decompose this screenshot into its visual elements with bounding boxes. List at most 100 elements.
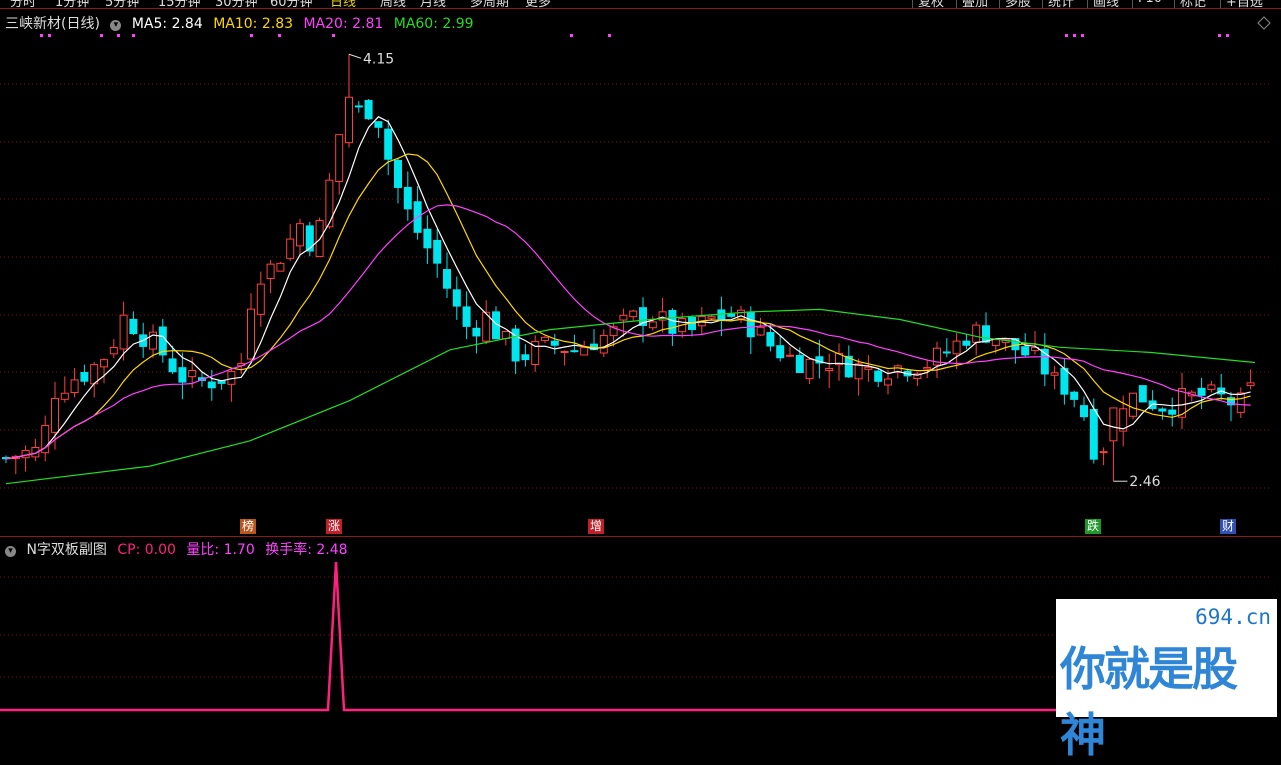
- period-tab[interactable]: 15分钟: [158, 0, 201, 8]
- candle-body: [884, 378, 892, 386]
- candle-body: [766, 332, 775, 347]
- toolbar-button[interactable]: F10: [1138, 0, 1162, 6]
- candle-body: [305, 225, 314, 252]
- period-tab[interactable]: 更多: [525, 0, 551, 8]
- candle-body: [864, 366, 873, 370]
- candle-body: [188, 369, 197, 378]
- candle-body: [178, 367, 187, 383]
- candle-body: [570, 350, 579, 353]
- period-tab[interactable]: 1分钟: [55, 0, 89, 8]
- candle-body: [443, 269, 451, 289]
- signal-dot: [1081, 34, 1084, 37]
- toolbar-button[interactable]: 叠加: [962, 0, 988, 8]
- period-tab[interactable]: 多周期: [470, 0, 509, 8]
- candle-body: [541, 336, 549, 341]
- period-tab[interactable]: 30分钟: [215, 0, 258, 8]
- candle-body: [668, 310, 677, 334]
- ma10-line: [5, 153, 1251, 460]
- candle-body: [276, 262, 285, 272]
- candle-body: [1021, 346, 1030, 356]
- period-tab[interactable]: 60分钟: [270, 0, 313, 8]
- period-tab[interactable]: 周线: [380, 0, 406, 8]
- candle-body: [707, 315, 716, 319]
- candle-body: [394, 159, 402, 188]
- candle-body: [629, 310, 638, 318]
- candle-body: [805, 358, 814, 380]
- candle-body: [1207, 384, 1216, 390]
- candle-body: [952, 340, 961, 355]
- toolbar-button[interactable]: 复权: [918, 0, 944, 8]
- candle-body: [972, 324, 981, 343]
- n-signal-line: [0, 561, 1060, 712]
- candle-body: [923, 367, 932, 370]
- candlestick-chart[interactable]: 4.15 2.46: [0, 9, 1281, 538]
- candle-body: [296, 223, 304, 247]
- ma5-line: [5, 116, 1251, 460]
- candle-body: [648, 321, 657, 329]
- badge-cai[interactable]: 财: [1220, 519, 1236, 534]
- high-price-label: 4.15: [363, 51, 394, 67]
- candle-body: [403, 186, 412, 210]
- period-tab[interactable]: 5分钟: [105, 0, 139, 8]
- candle-body: [364, 100, 373, 120]
- candle-body: [580, 347, 589, 356]
- candle-body: [374, 121, 383, 128]
- main-chart-panel[interactable]: 三峡新材(日线) ▾ MA5: 2.84 MA10: 2.83 MA20: 2.…: [0, 8, 1281, 537]
- candle-body: [1080, 405, 1088, 418]
- candle-body: [991, 339, 1000, 346]
- candle-body: [874, 370, 883, 382]
- candle-body: [335, 134, 344, 182]
- badge-bang[interactable]: 榜: [240, 519, 256, 534]
- period-tab[interactable]: 月线: [420, 0, 446, 8]
- period-tab[interactable]: 日线: [330, 0, 356, 8]
- toolbar-button[interactable]: 统计: [1048, 0, 1074, 8]
- candle-body: [354, 105, 363, 108]
- watermark-site: 694.cn: [1195, 605, 1271, 629]
- candle-body: [825, 367, 834, 372]
- candle-body: [1138, 385, 1147, 403]
- candle-body: [550, 340, 559, 346]
- signal-dot: [48, 34, 51, 37]
- watermark-logo: 694.cn 你就是股神: [1056, 599, 1277, 762]
- signal-dot: [332, 34, 335, 37]
- signal-dot: [100, 34, 103, 37]
- toolbar-button[interactable]: +自选: [1226, 0, 1263, 8]
- candle-body: [1089, 408, 1098, 460]
- candle-body: [1197, 387, 1206, 396]
- candle-body: [207, 381, 216, 389]
- toolbar-button[interactable]: 画线: [1093, 0, 1119, 8]
- signal-dot: [608, 34, 611, 37]
- toolbar-button[interactable]: 多股: [1005, 0, 1031, 8]
- candle-body: [1236, 392, 1245, 413]
- candle-body: [746, 311, 755, 338]
- signal-dot: [117, 34, 120, 37]
- ma20-line: [5, 204, 1251, 460]
- period-toolbar: 分时 1分钟 5分钟 15分钟 30分钟 60分钟 日线 周线 月线 多周期 更多 复权 叠加 多股 统计 画…: [0, 0, 1281, 8]
- candle-body: [423, 228, 432, 249]
- candle-body: [1246, 382, 1255, 387]
- signal-dot: [132, 34, 135, 37]
- signal-dot: [40, 34, 43, 37]
- candle-body: [452, 289, 461, 307]
- toolbar-button[interactable]: 标记: [1180, 0, 1206, 8]
- candle-body: [1168, 409, 1177, 415]
- candle-body: [599, 334, 608, 354]
- watermark-slogan: 你就是股神: [1060, 642, 1238, 762]
- candle-body: [286, 238, 295, 259]
- signal-dot: [250, 34, 253, 37]
- candle-body: [247, 308, 255, 360]
- candle-body: [756, 326, 765, 336]
- period-tab[interactable]: 分时: [10, 0, 36, 8]
- candle-body: [962, 340, 971, 346]
- candle-body: [619, 314, 628, 321]
- candle-body: [560, 350, 569, 353]
- badge-die[interactable]: 跌: [1085, 519, 1101, 534]
- candle-body: [80, 372, 89, 382]
- candle-body: [1099, 451, 1108, 454]
- badge-zhang[interactable]: 涨: [326, 519, 342, 534]
- candle-body: [942, 351, 951, 354]
- badge-zeng[interactable]: 增: [588, 519, 604, 534]
- candle-body: [325, 179, 334, 228]
- candle-body: [1109, 407, 1118, 442]
- candle-body: [1158, 408, 1167, 412]
